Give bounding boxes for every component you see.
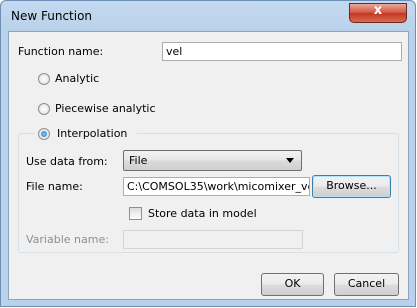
interpolation-radio[interactable] — [38, 128, 50, 140]
ok-button[interactable]: OK — [261, 273, 324, 296]
analytic-radio[interactable] — [38, 73, 50, 85]
store-data-checkbox[interactable] — [129, 207, 142, 220]
use-data-from-select[interactable]: File — [123, 150, 302, 171]
file-name-label: File name: — [26, 180, 83, 193]
analytic-label[interactable]: Analytic — [55, 72, 99, 85]
cancel-button[interactable]: Cancel — [334, 273, 399, 296]
dialog-title: New Function — [11, 9, 93, 23]
new-function-dialog: New Function x Function name: vel Analyt… — [0, 0, 416, 307]
chevron-down-icon — [286, 158, 294, 163]
browse-button[interactable]: Browse... — [312, 175, 391, 198]
interpolation-label[interactable]: Interpolation — [57, 127, 127, 140]
title-bar[interactable]: New Function x — [1, 1, 415, 31]
use-data-from-value: File — [129, 154, 148, 167]
cancel-button-label: Cancel — [347, 277, 386, 290]
function-name-label: Function name: — [18, 45, 104, 58]
file-name-input[interactable]: C:\COMSOL35\work\micomixer_ve — [123, 177, 310, 196]
ok-button-label: OK — [284, 277, 301, 290]
close-icon: x — [373, 3, 383, 18]
piecewise-analytic-label[interactable]: Piecewise analytic — [55, 102, 156, 115]
interpolation-option[interactable]: Interpolation — [35, 127, 137, 141]
piecewise-analytic-radio[interactable] — [38, 103, 50, 115]
variable-name-label: Variable name: — [26, 233, 109, 246]
use-data-from-label: Use data from: — [26, 155, 108, 168]
store-data-label[interactable]: Store data in model — [148, 207, 257, 220]
browse-button-label: Browse... — [326, 179, 377, 192]
function-name-input[interactable]: vel — [162, 42, 402, 61]
close-button[interactable]: x — [349, 3, 407, 23]
dialog-body: Function name: vel Analytic Piecewise an… — [8, 31, 409, 300]
variable-name-input[interactable] — [123, 230, 303, 249]
